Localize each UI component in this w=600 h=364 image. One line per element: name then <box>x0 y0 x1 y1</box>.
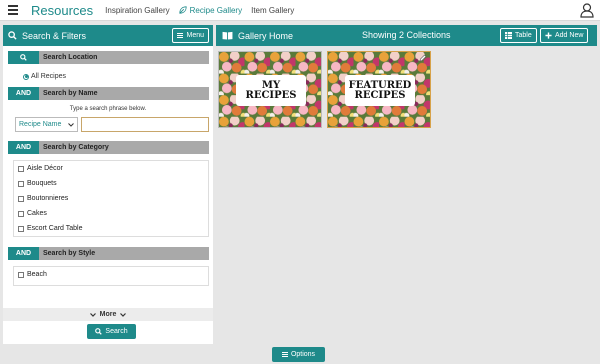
chevron-down-icon <box>89 312 96 317</box>
collections-count: Showing 2 Collections <box>362 30 451 40</box>
menu-button[interactable]: Menu <box>172 28 209 43</box>
search-by-category-section: AND Search by Category <box>8 141 209 154</box>
checkbox-icon <box>18 165 24 172</box>
search-location-section: Search Location <box>8 51 209 64</box>
card-title: FEATURED RECIPES <box>345 75 415 106</box>
chevron-down-icon <box>120 312 127 317</box>
leaf-icon <box>179 6 187 14</box>
checkbox-icon <box>18 271 24 278</box>
search-field-select[interactable]: Recipe Name <box>15 117 78 132</box>
name-search-row: Recipe Name <box>15 117 209 132</box>
more-toggle[interactable]: More <box>3 308 213 321</box>
search-phrase-input[interactable] <box>81 117 209 132</box>
gallery-header: Gallery Home Showing 2 Collections Table… <box>216 25 597 46</box>
nav-recipe-gallery[interactable]: Recipe Gallery <box>179 6 242 15</box>
collection-card-my-recipes[interactable]: MY RECIPES <box>218 51 322 128</box>
card-title: MY RECIPES <box>236 75 306 106</box>
all-recipes-radio[interactable]: All Recipes <box>23 73 213 80</box>
add-new-button[interactable]: Add New <box>540 28 589 43</box>
search-icon <box>95 328 103 335</box>
checkbox-icon <box>18 225 24 232</box>
search-filters-panel: Search & Filters Menu Search Location Al… <box>3 25 213 344</box>
edit-pencil-icon[interactable] <box>419 54 427 62</box>
radio-selected-icon <box>23 73 29 80</box>
gallery-home-title[interactable]: Gallery Home <box>238 31 293 41</box>
list-icon <box>281 352 288 357</box>
category-checkbox-cakes[interactable]: Cakes <box>14 206 208 221</box>
search-by-style-section: AND Search by Style <box>8 247 209 260</box>
search-location-label: Search Location <box>39 51 209 64</box>
and-tag[interactable]: AND <box>8 141 39 154</box>
collection-card-featured-recipes[interactable]: FEATURED RECIPES <box>327 51 431 128</box>
book-icon <box>222 31 233 40</box>
search-button[interactable]: Search <box>87 324 136 339</box>
category-checkbox-boutonnieres[interactable]: Boutonnieres <box>14 191 208 206</box>
search-filters-header: Search & Filters Menu <box>3 25 213 46</box>
list-icon <box>177 33 184 38</box>
top-bar: Resources Inspiration Gallery Recipe Gal… <box>0 0 600 21</box>
search-by-name-section: AND Search by Name <box>8 87 209 100</box>
and-tag[interactable]: AND <box>8 247 39 260</box>
search-by-category-label: Search by Category <box>39 141 209 154</box>
table-icon <box>505 32 512 39</box>
chevron-down-icon <box>68 122 74 127</box>
category-checkbox-bouquets[interactable]: Bouquets <box>14 176 208 191</box>
search-by-style-label: Search by Style <box>39 247 209 260</box>
plus-icon <box>545 32 552 39</box>
brand-title[interactable]: Resources <box>31 3 93 18</box>
style-checkbox-beach[interactable]: Beach <box>14 267 208 282</box>
nav-inspiration-gallery[interactable]: Inspiration Gallery <box>105 6 169 15</box>
hamburger-menu-icon[interactable] <box>3 0 23 21</box>
checkbox-icon <box>18 195 24 202</box>
checkbox-icon <box>18 210 24 217</box>
category-checkbox-escort-card-table[interactable]: Escort Card Table <box>14 221 208 236</box>
table-view-button[interactable]: Table <box>500 28 537 43</box>
options-button[interactable]: Options <box>272 347 325 362</box>
style-list: Beach <box>13 266 209 286</box>
search-icon <box>8 31 17 40</box>
and-tag[interactable]: AND <box>8 87 39 100</box>
search-by-name-label: Search by Name <box>39 87 209 100</box>
category-checkbox-aisle-decor[interactable]: Aisle Décor <box>14 161 208 176</box>
location-search-icon-tag <box>8 51 39 64</box>
checkbox-icon <box>18 180 24 187</box>
search-hint: Type a search phrase below. <box>69 106 147 112</box>
category-list: Aisle Décor Bouquets Boutonnieres Cakes … <box>13 160 209 237</box>
nav-item-gallery[interactable]: Item Gallery <box>251 6 294 15</box>
user-account-icon[interactable] <box>580 3 594 18</box>
panel-title: Search & Filters <box>22 30 87 41</box>
search-icon <box>20 54 27 61</box>
